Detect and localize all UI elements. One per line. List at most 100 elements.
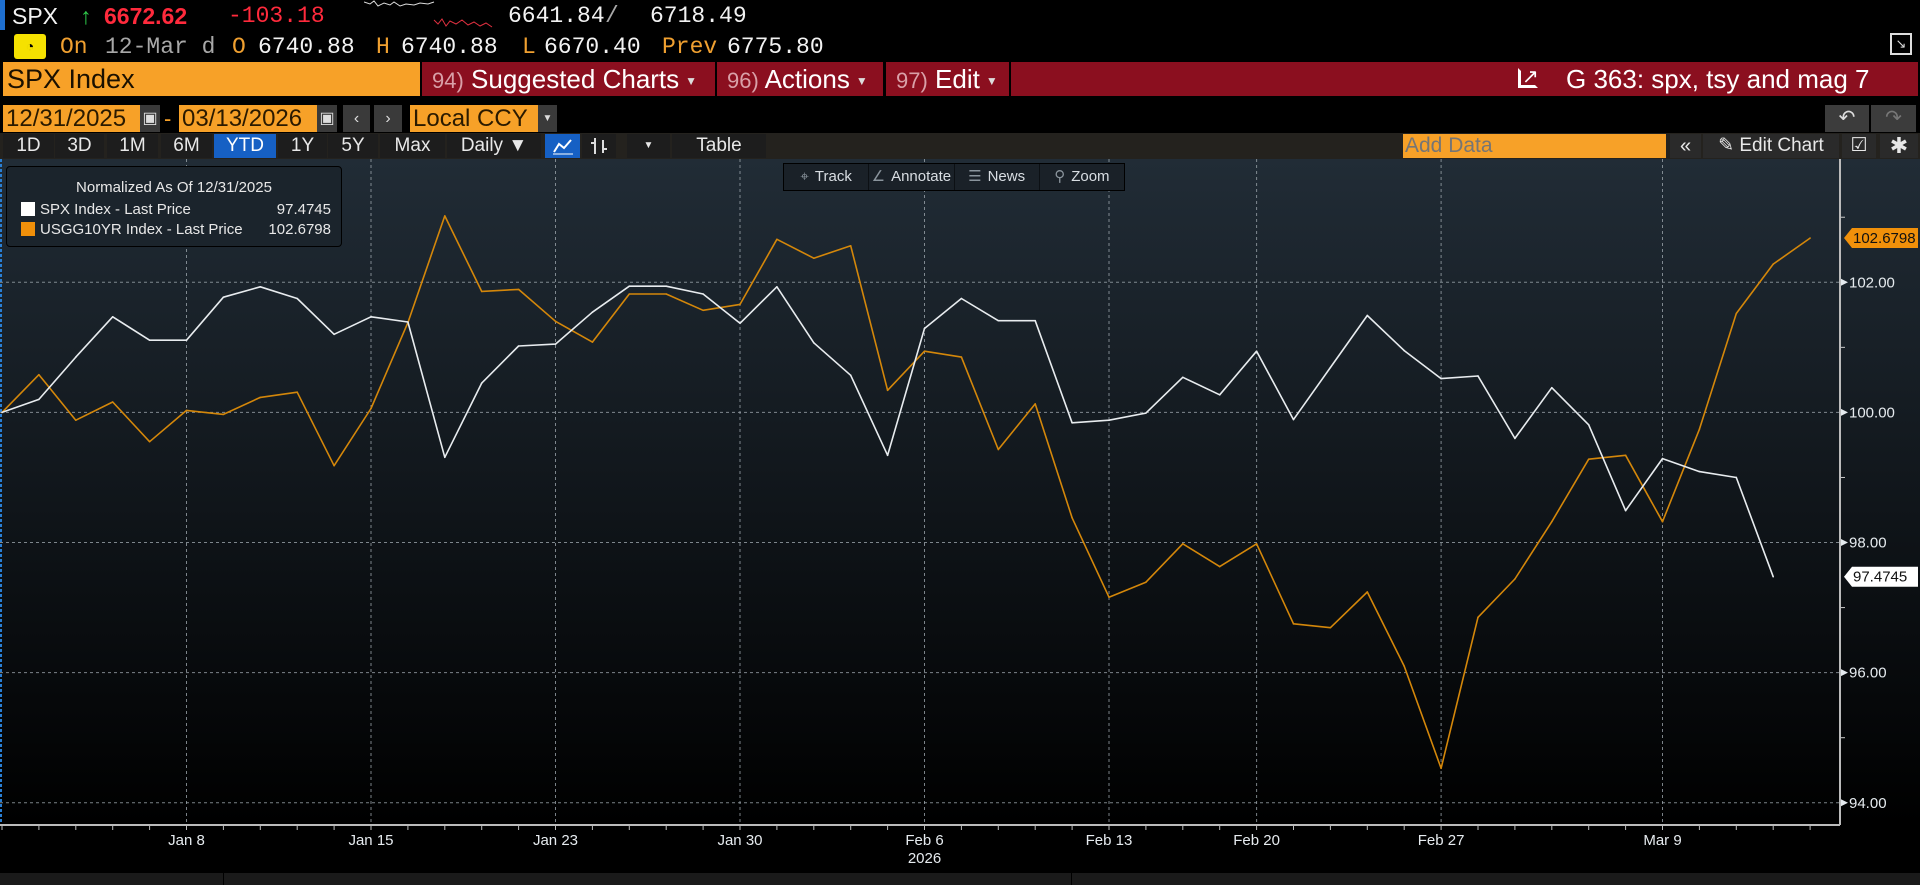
legend-label: USGG10YR Index - Last Price xyxy=(40,221,243,238)
frequency-select[interactable]: Daily ▼ xyxy=(447,134,541,158)
usgg10yr-point xyxy=(1145,581,1147,584)
track-tool[interactable]: ⌖ Track xyxy=(784,164,870,190)
spx-point xyxy=(1218,394,1221,396)
spx-point xyxy=(1514,437,1516,440)
spx-point xyxy=(1,411,3,414)
spx-point xyxy=(222,296,225,299)
y-tick-label: 100.00 xyxy=(1849,404,1895,421)
spx-point xyxy=(1477,375,1479,377)
actions-menu[interactable]: 96) Actions ▼ xyxy=(717,62,883,96)
end-date-input[interactable]: 03/13/2026 xyxy=(179,105,317,132)
security-input[interactable]: SPX Index xyxy=(3,62,420,96)
period-button-ytd[interactable]: YTD xyxy=(214,134,276,158)
legend-label: SPX Index - Last Price xyxy=(40,201,191,218)
usgg10yr-point xyxy=(1366,591,1369,593)
high-label: H xyxy=(376,34,390,60)
spx-point xyxy=(111,315,114,318)
start-date-input[interactable]: 12/31/2025 xyxy=(3,105,140,132)
usgg10yr-point xyxy=(886,389,889,392)
spx-point xyxy=(480,382,483,384)
usgg10yr-point xyxy=(1661,520,1664,523)
low-label: L xyxy=(522,34,536,60)
line-chart-icon[interactable] xyxy=(545,134,580,158)
spx-point xyxy=(148,339,151,341)
usgg10yr-point xyxy=(1218,565,1221,568)
legend-item-spx[interactable]: SPX Index - Last Price 97.4745 xyxy=(21,201,331,219)
previous-period-button[interactable]: ‹ xyxy=(343,105,370,132)
add-data-input[interactable] xyxy=(1403,134,1666,158)
usgg10yr-point xyxy=(739,303,741,306)
usgg10yr-point xyxy=(1477,616,1479,619)
spx-point xyxy=(517,345,520,347)
period-button-max[interactable]: Max xyxy=(380,134,445,158)
bar-chart-icon[interactable] xyxy=(582,134,616,158)
spx-point xyxy=(813,341,815,344)
news-tool[interactable]: ☰ News xyxy=(955,164,1040,190)
usgg10yr-point xyxy=(1292,623,1295,625)
spx-point xyxy=(702,293,704,295)
spx-point xyxy=(1329,366,1332,369)
spx-point xyxy=(739,322,741,325)
spx-point xyxy=(1735,476,1738,479)
gear-icon[interactable]: ✱ xyxy=(1880,134,1918,158)
dropdown-caret-icon: ▼ xyxy=(855,74,868,89)
usgg10yr-point xyxy=(776,238,778,241)
spx-point xyxy=(370,315,372,318)
crosshair-icon: ⌖ xyxy=(800,168,809,185)
ticker-accent xyxy=(0,0,5,30)
usgg10yr-point xyxy=(1255,543,1258,545)
annotate-tool[interactable]: ∠ Annotate xyxy=(869,164,955,190)
dropdown-caret-icon: ▼ xyxy=(685,74,698,89)
popout-window-icon[interactable]: ↘ xyxy=(1890,33,1912,55)
chart-name[interactable]: G 363: spx, tsy and mag 7 xyxy=(1566,62,1870,96)
x-tick-label: Jan 15 xyxy=(348,832,393,849)
chart-type-dropdown-icon[interactable]: ▼ xyxy=(627,134,670,158)
usgg10yr-point xyxy=(1624,454,1627,457)
redo-icon[interactable]: ↷ xyxy=(1871,105,1916,132)
edit-chart-button[interactable]: ✎ Edit Chart xyxy=(1703,134,1839,158)
intraday-sparkline xyxy=(364,0,493,28)
suggested-charts-menu[interactable]: 94) Suggested Charts ▼ xyxy=(422,62,715,96)
calendar-icon[interactable]: ▣ xyxy=(317,105,337,132)
pencil-icon: ✎ xyxy=(1718,135,1735,156)
legend-swatch xyxy=(21,222,35,236)
currency-dropdown-icon[interactable]: ▼ xyxy=(538,105,557,132)
net-change: -103.18 xyxy=(228,3,325,29)
usgg10yr-point xyxy=(1403,665,1405,667)
currency-select[interactable]: Local CCY xyxy=(410,105,538,132)
edit-menu[interactable]: 97) Edit ▼ xyxy=(886,62,1009,96)
period-button-1d[interactable]: 1D xyxy=(3,134,54,158)
spx-point xyxy=(1440,377,1442,380)
calendar-icon[interactable]: ▣ xyxy=(140,105,160,132)
table-button[interactable]: Table xyxy=(672,134,766,158)
chart-title-bar: ↗ G 363: spx, tsy and mag 7 xyxy=(1011,62,1918,96)
x-tick-label: Feb 27 xyxy=(1418,832,1465,849)
spx-point xyxy=(1071,422,1073,424)
gauge-icon[interactable]: ◔ xyxy=(14,34,46,59)
usgg10yr-point xyxy=(148,440,151,443)
legend-value: 102.6798 xyxy=(268,221,331,238)
period-button-1y[interactable]: 1Y xyxy=(278,134,327,158)
period-button-6m[interactable]: 6M xyxy=(161,134,212,158)
undo-icon[interactable]: ↶ xyxy=(1825,105,1869,132)
zoom-tool[interactable]: ⚲ Zoom xyxy=(1040,164,1124,190)
x-tick-label: Jan 8 xyxy=(168,832,205,849)
period-button-3d[interactable]: 3D xyxy=(55,134,104,158)
period-button-1m[interactable]: 1M xyxy=(107,134,158,158)
legend-swatch xyxy=(21,202,35,216)
news-icon: ☰ xyxy=(968,168,982,185)
legend-item-usgg[interactable]: USGG10YR Index - Last Price 102.6798 xyxy=(21,221,331,239)
usgg10yr-point xyxy=(1551,520,1553,523)
usgg10yr-point xyxy=(1772,263,1774,265)
usgg10yr-point xyxy=(1698,428,1701,431)
price-chart[interactable]: 94.00 96.00 98.00 100.00 102.00 Jan 8 Jan 15 Ja… xyxy=(0,159,1920,873)
spx-point xyxy=(333,333,335,336)
collapse-icon[interactable]: « xyxy=(1670,134,1701,158)
usgg-last-value-tag: 102.6798 xyxy=(1844,228,1918,249)
chart-settings-check-icon[interactable]: ☑ xyxy=(1842,134,1876,158)
usgg10yr-point xyxy=(38,373,40,376)
period-button-5y[interactable]: 5Y xyxy=(328,134,378,158)
legend-value: 97.4745 xyxy=(276,201,331,218)
next-period-button[interactable]: › xyxy=(374,105,402,132)
y-tick-label: 96.00 xyxy=(1849,665,1887,682)
